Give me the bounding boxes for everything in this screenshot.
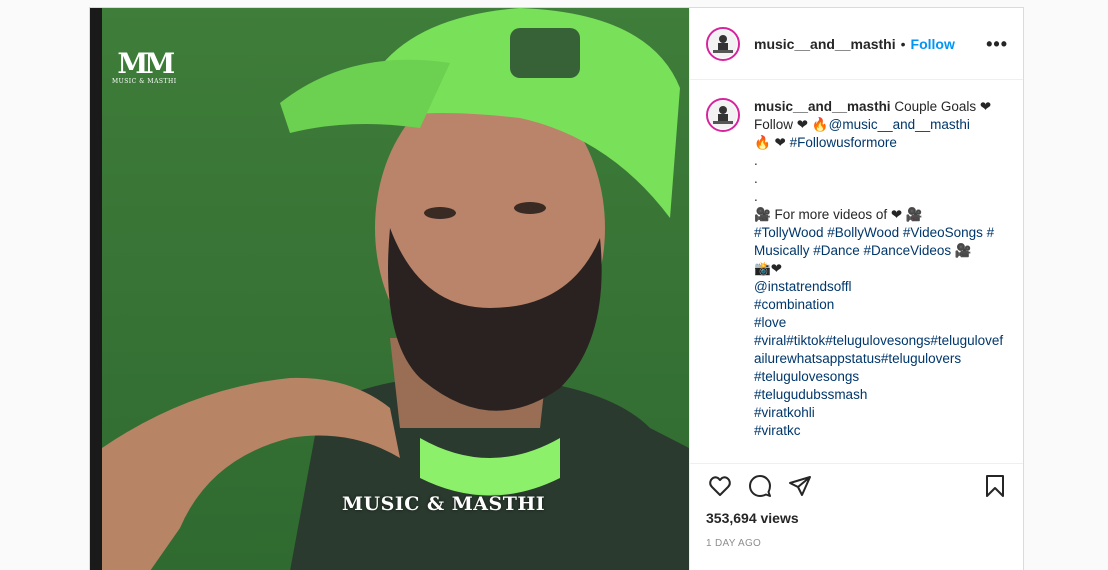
caption-line: . [754, 189, 758, 204]
post-video[interactable]: MM MUSIC & MASTHI MUSIC & MASTHI [90, 8, 689, 570]
more-options-icon[interactable]: ••• [986, 34, 1008, 55]
video-watermark: MUSIC & MASTHI [342, 493, 546, 515]
caption-line: Follow ❤ 🔥 [754, 117, 829, 132]
separator-dot: • [900, 35, 906, 52]
hashtag-link[interactable]: #TollyWood #BollyWood #VideoSongs #Music… [754, 224, 1004, 260]
caption-username[interactable]: music__and__masthi [754, 99, 891, 114]
heart-icon[interactable] [706, 472, 734, 500]
hashtag-link[interactable]: #telugulovesongs [754, 368, 1004, 386]
hashtag-link[interactable]: #viratkc [754, 422, 1004, 440]
channel-logo: MM MUSIC & MASTHI [112, 47, 177, 86]
action-icons [706, 468, 1009, 504]
caption-line: 🔥 ❤ [754, 135, 790, 150]
caption-area: music__and__masthi Couple Goals ❤ Follow… [706, 98, 1016, 456]
hashtag-link[interactable]: #telugudubssmash [754, 386, 1004, 404]
comment-icon[interactable] [746, 472, 774, 500]
caption-text: music__and__masthi Couple Goals ❤ Follow… [754, 98, 1004, 456]
post-timestamp[interactable]: 1 DAY AGO [706, 538, 1009, 549]
avatar[interactable] [706, 26, 740, 61]
avatar-image [709, 29, 737, 58]
post-header: music__and__masthi • Follow ••• [690, 8, 1023, 80]
post-container: MM MUSIC & MASTHI MUSIC & MASTHI music__… [89, 7, 1024, 570]
caption-line: . [754, 171, 758, 186]
hashtag-link[interactable]: #viral#tiktok#telugulovesongs#telugulove… [754, 332, 1004, 368]
post-actions: 353,694 views 1 DAY AGO [690, 463, 1023, 549]
avatar-image [709, 101, 737, 129]
caption-line: 📸❤ [754, 261, 783, 276]
share-icon[interactable] [786, 472, 814, 500]
bookmark-icon[interactable] [981, 472, 1009, 500]
hashtag-link[interactable]: #Followusformore [790, 135, 897, 150]
caption-line: 🎥 For more videos of ❤ 🎥 [754, 207, 923, 222]
mention-link[interactable]: @music__and__masthi [829, 117, 970, 132]
logo-mark: MM [117, 47, 175, 80]
hashtag-link[interactable]: #combination [754, 296, 1004, 314]
hashtag-link[interactable]: #love [754, 314, 1004, 332]
video-frame-illustration [90, 8, 689, 570]
caption-line: Couple Goals ❤ [894, 99, 992, 114]
caption-avatar[interactable] [706, 98, 740, 132]
mention-link[interactable]: @instatrendsoffl [754, 278, 1004, 296]
logo-subtitle: MUSIC & MASTHI [112, 78, 177, 85]
post-sidebar: music__and__masthi • Follow ••• music__a… [689, 8, 1023, 570]
view-count[interactable]: 353,694 views [706, 510, 1009, 526]
follow-button[interactable]: Follow [911, 36, 955, 52]
caption-line: . [754, 153, 758, 168]
header-username[interactable]: music__and__masthi [754, 36, 896, 52]
hashtag-link[interactable]: #viratkohli [754, 404, 1004, 422]
